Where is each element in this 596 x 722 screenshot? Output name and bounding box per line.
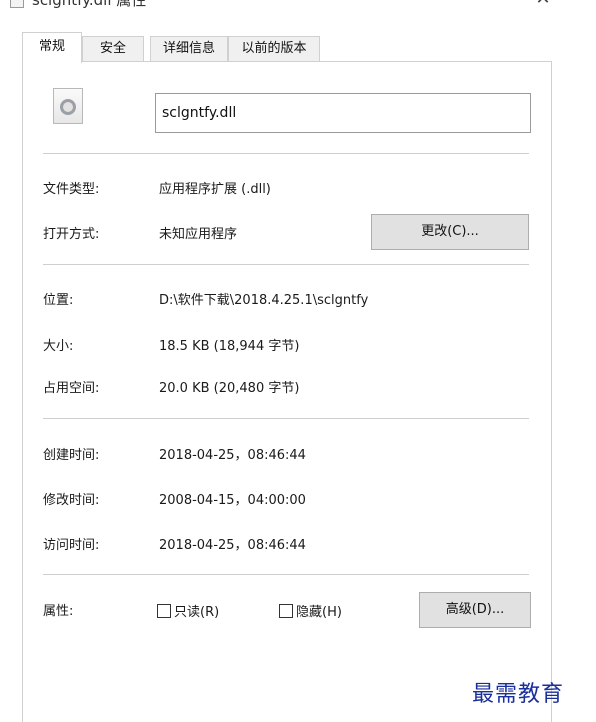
modified-label: 修改时间: xyxy=(43,493,100,508)
close-button[interactable]: ✕ xyxy=(530,0,556,12)
opens-with-value: 未知应用程序 xyxy=(159,227,238,242)
properties-window: sclgntfy.dll 属性 ✕ 常规 安全 详细信息 以前的版本 sclgn… xyxy=(0,0,596,722)
tab-previous-versions[interactable]: 以前的版本 xyxy=(228,36,320,62)
divider xyxy=(43,574,529,575)
checkbox-box[interactable] xyxy=(279,603,293,618)
readonly-label: 只读(R) xyxy=(174,605,220,620)
tab-general[interactable]: 常规 xyxy=(22,32,82,63)
size-on-disk-label: 占用空间: xyxy=(43,381,100,396)
size-on-disk-value: 20.0 KB (20,480 字节) xyxy=(159,381,300,396)
location-label: 位置: xyxy=(43,293,74,308)
watermark-logo: 最需教育 xyxy=(472,682,565,707)
hidden-label: 隐藏(H) xyxy=(296,605,342,620)
accessed-label: 访问时间: xyxy=(43,538,100,553)
divider xyxy=(43,264,529,265)
title-bar: sclgntfy.dll 属性 ✕ xyxy=(0,0,596,16)
divider xyxy=(43,418,529,419)
dll-file-icon xyxy=(53,88,83,124)
size-label: 大小: xyxy=(43,339,74,354)
divider xyxy=(43,153,529,154)
file-name-field[interactable]: sclgntfy.dll xyxy=(155,93,531,133)
modified-value: 2008-04-15，04:00:00 xyxy=(159,493,306,508)
checkbox-box[interactable] xyxy=(157,603,171,618)
tab-security[interactable]: 安全 xyxy=(82,36,144,62)
created-value: 2018-04-25，08:46:44 xyxy=(159,448,306,463)
created-label: 创建时间: xyxy=(43,448,100,463)
file-type-value: 应用程序扩展 (.dll) xyxy=(159,182,271,197)
location-value: D:\软件下载\2018.4.25.1\sclgntfy xyxy=(159,293,369,308)
accessed-value: 2018-04-25，08:46:44 xyxy=(159,538,306,553)
attributes-label: 属性: xyxy=(43,604,74,619)
hidden-checkbox[interactable]: 隐藏(H) xyxy=(279,601,342,620)
advanced-button[interactable]: 高级(D)... xyxy=(419,592,531,628)
gear-icon xyxy=(60,99,76,115)
general-panel: sclgntfy.dll 文件类型: 应用程序扩展 (.dll) 打开方式: 未… xyxy=(22,61,552,722)
opens-with-label: 打开方式: xyxy=(43,227,100,242)
file-icon xyxy=(10,0,24,8)
window-title: sclgntfy.dll 属性 xyxy=(32,0,147,9)
change-button[interactable]: 更改(C)... xyxy=(371,214,529,250)
tab-strip: 常规 安全 详细信息 以前的版本 xyxy=(22,32,552,63)
readonly-checkbox[interactable]: 只读(R) xyxy=(157,601,219,620)
tab-details[interactable]: 详细信息 xyxy=(150,36,228,62)
file-type-label: 文件类型: xyxy=(43,182,100,197)
size-value: 18.5 KB (18,944 字节) xyxy=(159,339,300,354)
